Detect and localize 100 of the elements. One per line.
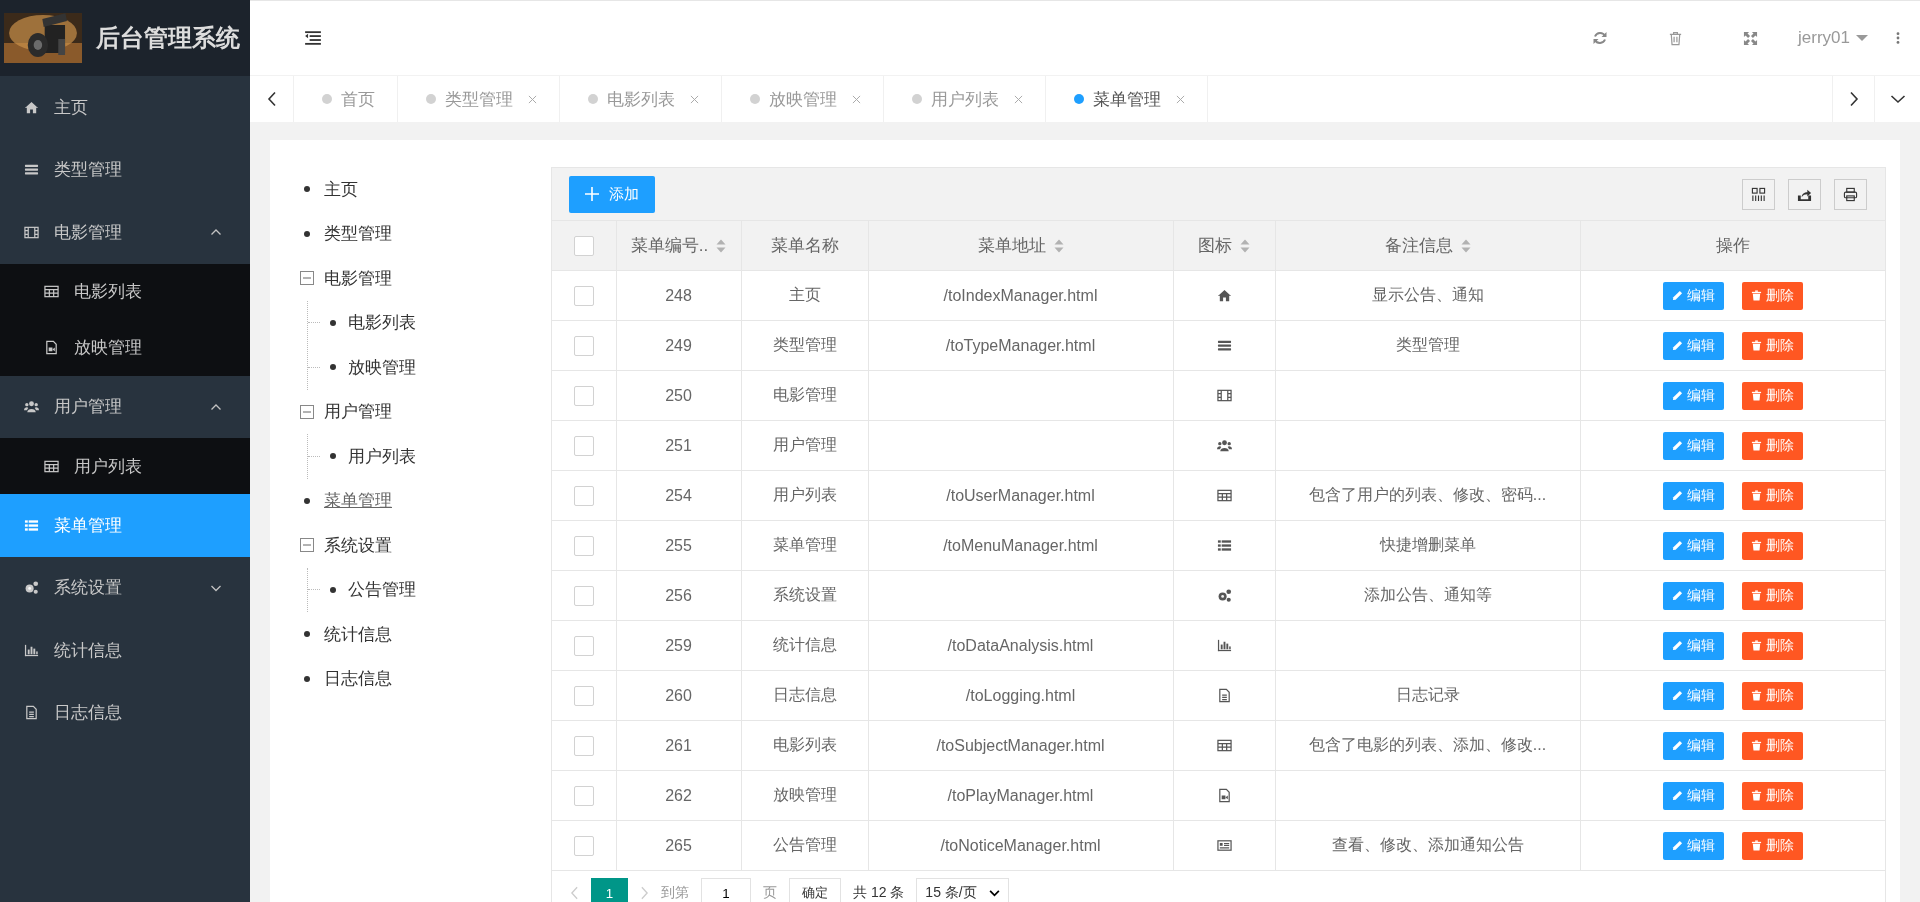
checkbox[interactable] (573, 435, 594, 456)
edit-button[interactable]: 编辑 (1662, 531, 1724, 560)
edit-button[interactable]: 编辑 (1662, 781, 1724, 810)
edit-button[interactable]: 编辑 (1662, 731, 1724, 760)
close-icon[interactable] (1014, 94, 1023, 104)
sort-icon[interactable] (716, 237, 727, 254)
checkbox[interactable] (573, 285, 594, 306)
delete-button[interactable]: 删除 (1741, 281, 1803, 310)
table-cell: /toTypeManager.html (945, 336, 1096, 354)
delete-button[interactable]: 删除 (1741, 381, 1803, 410)
delete-button[interactable]: 删除 (1741, 681, 1803, 710)
page-input[interactable]: 1 (701, 878, 751, 902)
close-icon[interactable] (1176, 94, 1185, 104)
tree-item[interactable]: 用户列表 (348, 444, 416, 468)
checkbox[interactable] (573, 835, 594, 856)
tree-item[interactable]: 主页 (324, 177, 358, 201)
nav-item[interactable]: 用户管理 (0, 375, 250, 438)
columns-button[interactable] (1742, 178, 1775, 210)
tab[interactable]: 电影列表 (560, 76, 722, 122)
nav-subitem[interactable]: 用户列表 (0, 438, 250, 494)
close-icon[interactable] (690, 94, 699, 104)
tab[interactable]: 放映管理 (722, 76, 884, 122)
tree-item[interactable]: 类型管理 (324, 222, 392, 246)
page-button[interactable]: 1 (591, 878, 628, 902)
tab[interactable]: 类型管理 (398, 76, 560, 122)
nav-item[interactable]: 主页 (0, 76, 250, 139)
edit-button[interactable]: 编辑 (1662, 581, 1724, 610)
next-page-icon[interactable] (640, 886, 649, 900)
trash-icon (1750, 640, 1762, 651)
trash-icon[interactable] (1668, 30, 1684, 46)
delete-button[interactable]: 删除 (1741, 781, 1803, 810)
edit-button[interactable]: 编辑 (1662, 381, 1724, 410)
tab[interactable]: 用户列表 (884, 76, 1046, 122)
nav-subitem[interactable]: 放映管理 (0, 319, 250, 376)
header-cell[interactable]: 图标 (1173, 221, 1275, 271)
checkbox[interactable] (573, 335, 594, 356)
edit-button[interactable]: 编辑 (1662, 631, 1724, 660)
tree-item[interactable]: 电影列表 (348, 311, 416, 335)
previous-page-icon[interactable] (570, 886, 579, 900)
tab[interactable]: 首页 (294, 76, 398, 122)
nav-item[interactable]: 统计信息 (0, 619, 250, 682)
edit-button[interactable]: 编辑 (1662, 681, 1724, 710)
confirm-button[interactable]: 确定 (789, 878, 841, 902)
refresh-icon[interactable] (1592, 30, 1609, 46)
tree-item[interactable]: 放映管理 (348, 355, 416, 379)
close-icon[interactable] (528, 94, 537, 104)
delete-button[interactable]: 删除 (1741, 531, 1803, 560)
fullscreen-icon[interactable] (1743, 30, 1759, 46)
checkbox[interactable] (573, 585, 594, 606)
close-icon[interactable] (852, 94, 861, 104)
nav-subitem[interactable]: 电影列表 (0, 263, 250, 320)
sort-icon[interactable] (1460, 237, 1471, 254)
delete-button[interactable]: 删除 (1741, 481, 1803, 510)
edit-button[interactable]: 编辑 (1662, 281, 1724, 310)
nav-item[interactable]: 类型管理 (0, 138, 250, 201)
collapse-icon[interactable] (300, 271, 314, 286)
edit-button[interactable]: 编辑 (1662, 481, 1724, 510)
collapse-icon[interactable] (300, 538, 314, 553)
checkbox[interactable] (573, 735, 594, 756)
header-cell[interactable]: 菜单编号.. (616, 221, 741, 271)
tree-item[interactable]: 电影管理 (324, 266, 392, 290)
tree-item[interactable]: 日志信息 (324, 667, 392, 691)
checkbox[interactable] (573, 385, 594, 406)
user-menu[interactable]: jerry01 (1798, 28, 1868, 48)
checkbox[interactable] (573, 485, 594, 506)
header-cell[interactable]: 备注信息 (1275, 221, 1580, 271)
print-button[interactable] (1834, 178, 1867, 210)
sort-icon[interactable] (1240, 237, 1250, 254)
delete-button[interactable]: 删除 (1741, 831, 1803, 860)
nav-item[interactable]: 电影管理 (0, 201, 250, 264)
tree-item[interactable]: 公告管理 (348, 578, 416, 602)
more-icon[interactable] (1896, 31, 1900, 45)
delete-button[interactable]: 删除 (1741, 631, 1803, 660)
header-cell[interactable]: 菜单地址 (868, 221, 1173, 271)
tree-item[interactable]: 菜单管理 (324, 489, 392, 513)
checkbox[interactable] (573, 685, 594, 706)
edit-button[interactable]: 编辑 (1662, 331, 1724, 360)
edit-button[interactable]: 编辑 (1662, 831, 1724, 860)
tree-item[interactable]: 用户管理 (324, 400, 392, 424)
checkbox[interactable] (573, 535, 594, 556)
checkbox[interactable] (573, 785, 594, 806)
tree-item[interactable]: 统计信息 (324, 622, 392, 646)
menu-icon[interactable] (304, 29, 322, 47)
tab[interactable]: 菜单管理 (1046, 76, 1208, 122)
collapse-icon[interactable] (300, 404, 314, 419)
tree-item[interactable]: 系统设置 (324, 533, 392, 557)
export-button[interactable] (1788, 178, 1821, 210)
edit-button[interactable]: 编辑 (1662, 431, 1724, 460)
delete-button[interactable]: 删除 (1741, 581, 1803, 610)
page-size-select[interactable]: 15 条/页 (916, 878, 1009, 902)
nav-item[interactable]: 系统设置 (0, 556, 250, 619)
add-button[interactable]: 添加 (569, 175, 655, 213)
sort-icon[interactable] (1053, 237, 1064, 254)
checkbox[interactable] (573, 235, 594, 256)
delete-button[interactable]: 删除 (1741, 331, 1803, 360)
checkbox[interactable] (573, 635, 594, 656)
nav-item[interactable]: 菜单管理 (0, 494, 250, 557)
nav-item[interactable]: 日志信息 (0, 681, 250, 744)
delete-button[interactable]: 删除 (1741, 731, 1803, 760)
delete-button[interactable]: 删除 (1741, 431, 1803, 460)
